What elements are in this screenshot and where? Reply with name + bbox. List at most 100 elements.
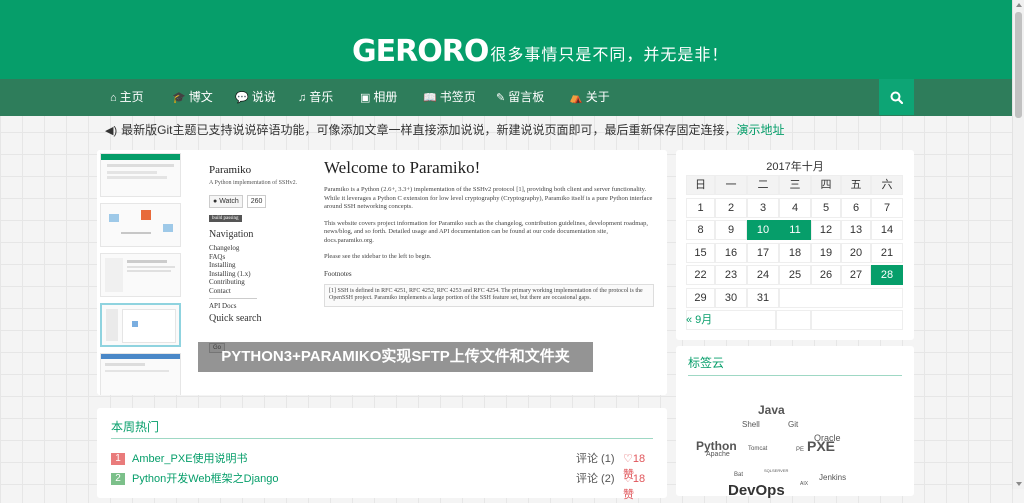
paramiko-welcome-heading: Welcome to Paramiko! bbox=[324, 158, 481, 177]
scroll-up-arrow-icon[interactable] bbox=[1016, 3, 1022, 7]
calendar-day: 22 bbox=[686, 265, 715, 285]
github-icon: ● bbox=[213, 198, 218, 205]
calendar-day-with-post[interactable]: 11 bbox=[779, 220, 811, 240]
weekday-header: 日 bbox=[686, 175, 715, 195]
logo-title[interactable]: GERORO bbox=[352, 34, 489, 70]
weekday-header: 一 bbox=[715, 175, 747, 195]
calendar-day: 18 bbox=[779, 242, 811, 263]
rank-badge: 2 bbox=[111, 473, 125, 485]
tag-link[interactable]: PE bbox=[796, 447, 804, 453]
nav-item-bookmarks[interactable]: 📖 书签页 bbox=[423, 79, 476, 116]
calendar-day: 9 bbox=[715, 220, 747, 240]
divider bbox=[688, 375, 902, 376]
paramiko-para: Paramiko is a Python (2.6+, 3.3+) implem… bbox=[324, 186, 653, 210]
divider bbox=[111, 438, 653, 439]
calendar-day-with-post[interactable]: 28 bbox=[871, 265, 903, 285]
tag-link[interactable]: Shell bbox=[742, 420, 760, 429]
calendar-day: 23 bbox=[715, 265, 747, 285]
nav-item-label: 关于 bbox=[585, 90, 610, 104]
watch-count: 260 bbox=[246, 195, 267, 208]
weekday-header: 三 bbox=[779, 175, 811, 195]
calendar-day: 8 bbox=[686, 220, 715, 240]
paramiko-nav-link: Installing (1.x) bbox=[209, 269, 251, 278]
nav-item-music[interactable]: ♫ 音乐 bbox=[298, 79, 333, 116]
tag-link[interactable]: PXE bbox=[807, 438, 835, 454]
home-icon: ⌂ bbox=[110, 92, 117, 104]
nav-item-label: 相册 bbox=[373, 90, 398, 104]
slider-thumbnail[interactable] bbox=[100, 203, 181, 247]
calendar-day: 5 bbox=[811, 197, 841, 218]
calendar-day: 24 bbox=[747, 265, 779, 285]
navigation-heading: Navigation bbox=[209, 229, 254, 240]
slider-thumbnail[interactable] bbox=[100, 253, 181, 297]
nav-item-blog[interactable]: 🎓 博文 bbox=[172, 79, 213, 116]
tag-link[interactable]: AIX bbox=[800, 481, 808, 487]
paramiko-nav-link: Contact bbox=[209, 286, 231, 295]
nav-item-home[interactable]: ⌂ 主页 bbox=[110, 79, 144, 116]
hot-post-link[interactable]: Amber_PXE使用说明书 bbox=[132, 451, 248, 467]
search-button[interactable] bbox=[879, 79, 914, 115]
site-logo[interactable]: GERORO 很多事情只是不同，并无是非！ bbox=[352, 30, 728, 70]
edit-icon: ✎ bbox=[496, 92, 506, 104]
paramiko-tagline: A Python implementation of SSHv2. bbox=[209, 180, 298, 186]
tag-link[interactable]: Apache bbox=[706, 451, 730, 458]
calendar-day: 17 bbox=[747, 242, 779, 263]
tag-link[interactable]: Java bbox=[758, 403, 785, 417]
weekday-header: 二 bbox=[747, 175, 779, 195]
calendar-footer-cell bbox=[811, 310, 903, 330]
nav-item-about[interactable]: ⛺ 关于 bbox=[569, 79, 610, 116]
tag-link[interactable]: Git bbox=[788, 420, 798, 429]
weekly-hot-title: 本周热门 bbox=[111, 420, 160, 434]
calendar-day: 6 bbox=[841, 197, 871, 218]
slider-thumbnail[interactable] bbox=[100, 353, 181, 395]
like-count[interactable]: ♡18赞 bbox=[623, 471, 653, 503]
site-header: GERORO 很多事情只是不同，并无是非！ bbox=[0, 0, 1012, 79]
paramiko-main: Welcome to Paramiko! Paramiko is a Pytho… bbox=[324, 158, 654, 307]
slide-caption[interactable]: PYTHON3+PARAMIKO实现SFTP上传文件和文件夹 bbox=[198, 342, 593, 372]
scroll-thumb[interactable] bbox=[1015, 12, 1022, 118]
prev-month-link[interactable]: « 9月 bbox=[686, 311, 712, 327]
weekday-header: 五 bbox=[841, 175, 871, 195]
rank-badge: 1 bbox=[111, 453, 125, 465]
paramiko-title: Paramiko bbox=[209, 164, 252, 176]
weekday-header: 四 bbox=[811, 175, 841, 195]
tag-cloud-widget: 标签云 Java Shell Git Python Oracle PXE Apa… bbox=[676, 346, 914, 499]
calendar-day: 2 bbox=[715, 197, 747, 218]
paramiko-nav-link: FAQs bbox=[209, 252, 226, 261]
hot-post-link[interactable]: Python开发Web框架之Django bbox=[132, 471, 279, 487]
nav-item-album[interactable]: ▣ 相册 bbox=[360, 79, 397, 116]
watch-label: Watch bbox=[219, 198, 239, 205]
tag-link[interactable]: Tomcat bbox=[748, 446, 767, 452]
github-watch-button: ● Watch bbox=[209, 195, 243, 208]
build-badge: build passing bbox=[209, 215, 242, 222]
nav-item-guestbook[interactable]: ✎ 留言板 bbox=[496, 79, 544, 116]
tag-link[interactable]: Jenkins bbox=[819, 473, 846, 482]
footnote-box: [1] SSH is defined in RFC 4251, RFC 4252… bbox=[324, 283, 654, 307]
scroll-down-arrow-icon[interactable] bbox=[1016, 482, 1022, 486]
book-icon: 📖 bbox=[423, 92, 437, 104]
quick-search-heading: Quick search bbox=[209, 312, 262, 324]
api-docs-link: API Docs bbox=[209, 302, 237, 310]
calendar-day: 12 bbox=[811, 220, 841, 240]
paramiko-para: Please see the sidebar to the left to be… bbox=[324, 253, 432, 260]
picture-icon: ▣ bbox=[360, 92, 371, 104]
calendar-day-with-post[interactable]: 10 bbox=[747, 220, 779, 240]
tag-link[interactable]: SQLSERVER bbox=[764, 468, 788, 473]
calendar-widget: 2017年十月 日一二三四五六 1 2 3 4 5 6 7 8 9 10 11 12 13 14 15 16 17… bbox=[676, 150, 914, 340]
nav-item-talk[interactable]: 💬 说说 bbox=[235, 79, 276, 116]
page-scrollbar[interactable] bbox=[1012, 0, 1024, 489]
tag-link[interactable]: DevOps bbox=[728, 482, 785, 499]
slider-thumbnail[interactable] bbox=[100, 153, 181, 197]
tag-link[interactable]: Bat bbox=[734, 472, 743, 478]
nav-item-label: 博文 bbox=[188, 90, 213, 104]
slider-thumbnails bbox=[97, 150, 183, 395]
demo-link[interactable]: 演示地址 bbox=[736, 123, 784, 137]
announcement-bar: ◀) 最新版Git主题已支持说说碎语功能，可像添加文章一样直接添加说说，新建说说页… bbox=[97, 118, 915, 142]
calendar-day: 30 bbox=[715, 287, 747, 308]
calendar-day: 13 bbox=[841, 220, 871, 240]
graduation-cap-icon: 🎓 bbox=[172, 92, 186, 104]
calendar-day: 19 bbox=[811, 242, 841, 263]
comment-count[interactable]: 评论 (2) bbox=[576, 471, 615, 487]
slider-thumbnail-active[interactable] bbox=[100, 303, 181, 347]
comment-count[interactable]: 评论 (1) bbox=[576, 451, 615, 467]
